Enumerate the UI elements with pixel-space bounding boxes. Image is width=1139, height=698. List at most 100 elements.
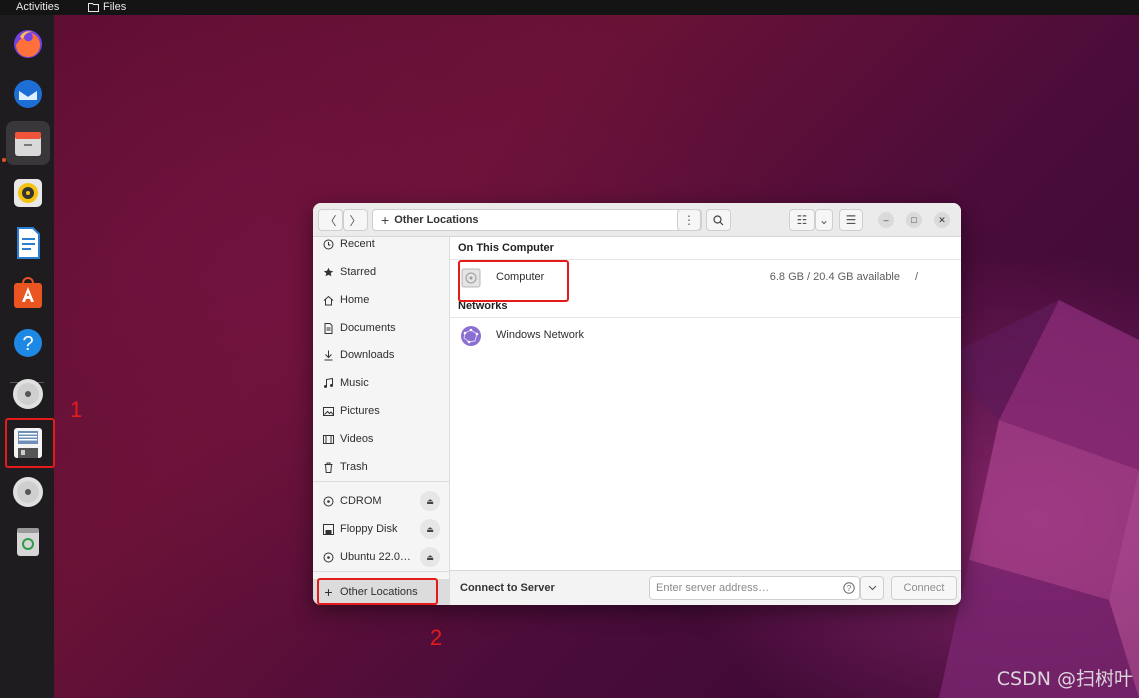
help-icon: ?	[14, 329, 42, 357]
computer-mount-point: /	[914, 271, 918, 283]
sidebar-item-label: CDROM	[340, 495, 382, 507]
files-icon	[15, 132, 41, 156]
dock-thunderbird[interactable]	[6, 71, 50, 115]
sidebar-item-starred[interactable]: Starred	[313, 261, 450, 283]
forward-icon: 〉	[349, 213, 362, 228]
annotation-box-other-locations	[317, 578, 438, 605]
app-name: Files	[103, 1, 127, 13]
maximize-icon: □	[911, 215, 917, 225]
sidebar-item-videos[interactable]: Videos	[313, 428, 450, 450]
annotation-box-computer	[458, 260, 569, 302]
clock-icon	[323, 239, 334, 249]
dock-files[interactable]	[6, 121, 50, 165]
section-title-on-this-computer: On This Computer	[458, 242, 554, 254]
dock-rhythmbox[interactable]	[6, 171, 50, 215]
sidebar-item-label: Starred	[340, 266, 377, 278]
disc-icon	[323, 552, 334, 562]
software-icon	[14, 277, 42, 308]
sidebar-item-label: Music	[340, 377, 369, 389]
main-menu-button[interactable]: ☰	[839, 209, 863, 231]
music-icon	[324, 377, 333, 388]
list-item-windows-network[interactable]: Windows Network	[450, 318, 961, 354]
svg-text:?: ?	[847, 584, 852, 593]
annotation-box-floppy	[5, 418, 55, 468]
chevron-down-icon	[868, 585, 876, 591]
sidebar-item-label: Recent	[340, 238, 375, 250]
location-menu-button[interactable]: ⋮	[677, 209, 701, 231]
question-icon[interactable]: ?	[843, 582, 855, 594]
back-icon: 〈	[324, 213, 337, 228]
view-toggle-button[interactable]: ☷	[789, 209, 815, 231]
sidebar-item-ubuntu[interactable]: Ubuntu 22.0… ⏏	[313, 546, 450, 568]
search-icon	[713, 214, 724, 225]
download-icon	[324, 350, 333, 360]
sidebar-item-label: Documents	[340, 322, 396, 334]
dock-firefox[interactable]	[6, 21, 50, 65]
sidebar-item-label: Videos	[340, 433, 374, 445]
more-icon: ⋮	[683, 213, 695, 227]
app-menu-files[interactable]: Files	[88, 1, 126, 13]
path-bar[interactable]: + Other Locations	[372, 209, 702, 231]
forward-button[interactable]: 〉	[343, 209, 368, 231]
minimize-button[interactable]: –	[878, 212, 894, 228]
eject-button[interactable]: ⏏	[420, 519, 440, 539]
svg-text:?: ?	[22, 333, 33, 355]
annotation-number-2: 2	[430, 625, 443, 650]
back-button[interactable]: 〈	[318, 209, 343, 231]
rhythmbox-icon	[14, 179, 42, 207]
path-location: Other Locations	[394, 214, 479, 226]
trash-icon	[17, 528, 39, 556]
dock-writer[interactable]	[6, 221, 50, 265]
dock-trash[interactable]	[6, 519, 50, 563]
dock-cdrom[interactable]	[6, 372, 50, 416]
search-button[interactable]	[706, 209, 731, 231]
disc-icon	[323, 496, 334, 506]
header-bar: 〈 〉 + Other Locations ⋮ ☷ ⌄ ☰ – □ ✕	[313, 203, 961, 237]
disc-icon	[13, 477, 43, 507]
sidebar-item-music[interactable]: Music	[313, 372, 450, 394]
sidebar-item-cdrom[interactable]: CDROM ⏏	[313, 490, 450, 512]
dock-software[interactable]	[6, 271, 50, 315]
sidebar-item-documents[interactable]: Documents	[313, 317, 450, 339]
eject-button[interactable]: ⏏	[420, 491, 440, 511]
annotation-number-1: 1	[70, 397, 83, 422]
dock-help[interactable]: ?	[6, 321, 50, 365]
floppy-icon	[323, 523, 334, 535]
activities-button[interactable]: Activities	[16, 1, 59, 13]
list-view-icon: ☷	[796, 213, 808, 227]
top-bar: Activities Files	[0, 0, 1139, 15]
thunderbird-icon	[14, 80, 42, 108]
view-options-button[interactable]: ⌄	[815, 209, 833, 231]
sidebar-item-trash[interactable]: Trash	[313, 456, 450, 478]
document-icon	[324, 322, 333, 334]
sidebar-item-label: Pictures	[340, 405, 380, 417]
sidebar-separator	[313, 571, 450, 572]
sidebar-item-recent[interactable]: Recent	[313, 233, 450, 255]
chevron-down-icon: ⌄	[818, 213, 830, 227]
hamburger-icon: ☰	[845, 213, 857, 227]
plus-icon: +	[381, 212, 390, 228]
sidebar-separator	[313, 481, 450, 482]
minimize-icon: –	[883, 215, 889, 225]
server-address-input[interactable]	[649, 576, 860, 600]
recent-servers-button[interactable]	[860, 576, 884, 600]
maximize-button[interactable]: □	[906, 212, 922, 228]
folder-icon	[88, 3, 99, 12]
files-window: 〈 〉 + Other Locations ⋮ ☷ ⌄ ☰ – □ ✕ Rece…	[313, 203, 961, 605]
eject-icon: ⏏	[426, 496, 434, 506]
sidebar-item-home[interactable]: Home	[313, 289, 450, 311]
cdrom-icon	[13, 379, 43, 409]
sidebar-item-label: Trash	[340, 461, 368, 473]
dock-disc[interactable]	[6, 470, 50, 514]
windows-network-label: Windows Network	[496, 329, 585, 341]
close-icon: ✕	[938, 214, 946, 225]
sidebar-item-label: Floppy Disk	[340, 523, 398, 535]
sidebar-item-pictures[interactable]: Pictures	[313, 400, 450, 422]
sidebar-item-downloads[interactable]: Downloads	[313, 344, 450, 366]
eject-button[interactable]: ⏏	[420, 547, 440, 567]
close-button[interactable]: ✕	[934, 212, 950, 228]
connect-bar: Connect to Server ? Connect	[450, 570, 961, 605]
writer-icon	[17, 227, 40, 259]
connect-button[interactable]: Connect	[891, 576, 957, 600]
sidebar-item-floppy-disk[interactable]: Floppy Disk ⏏	[313, 518, 450, 540]
